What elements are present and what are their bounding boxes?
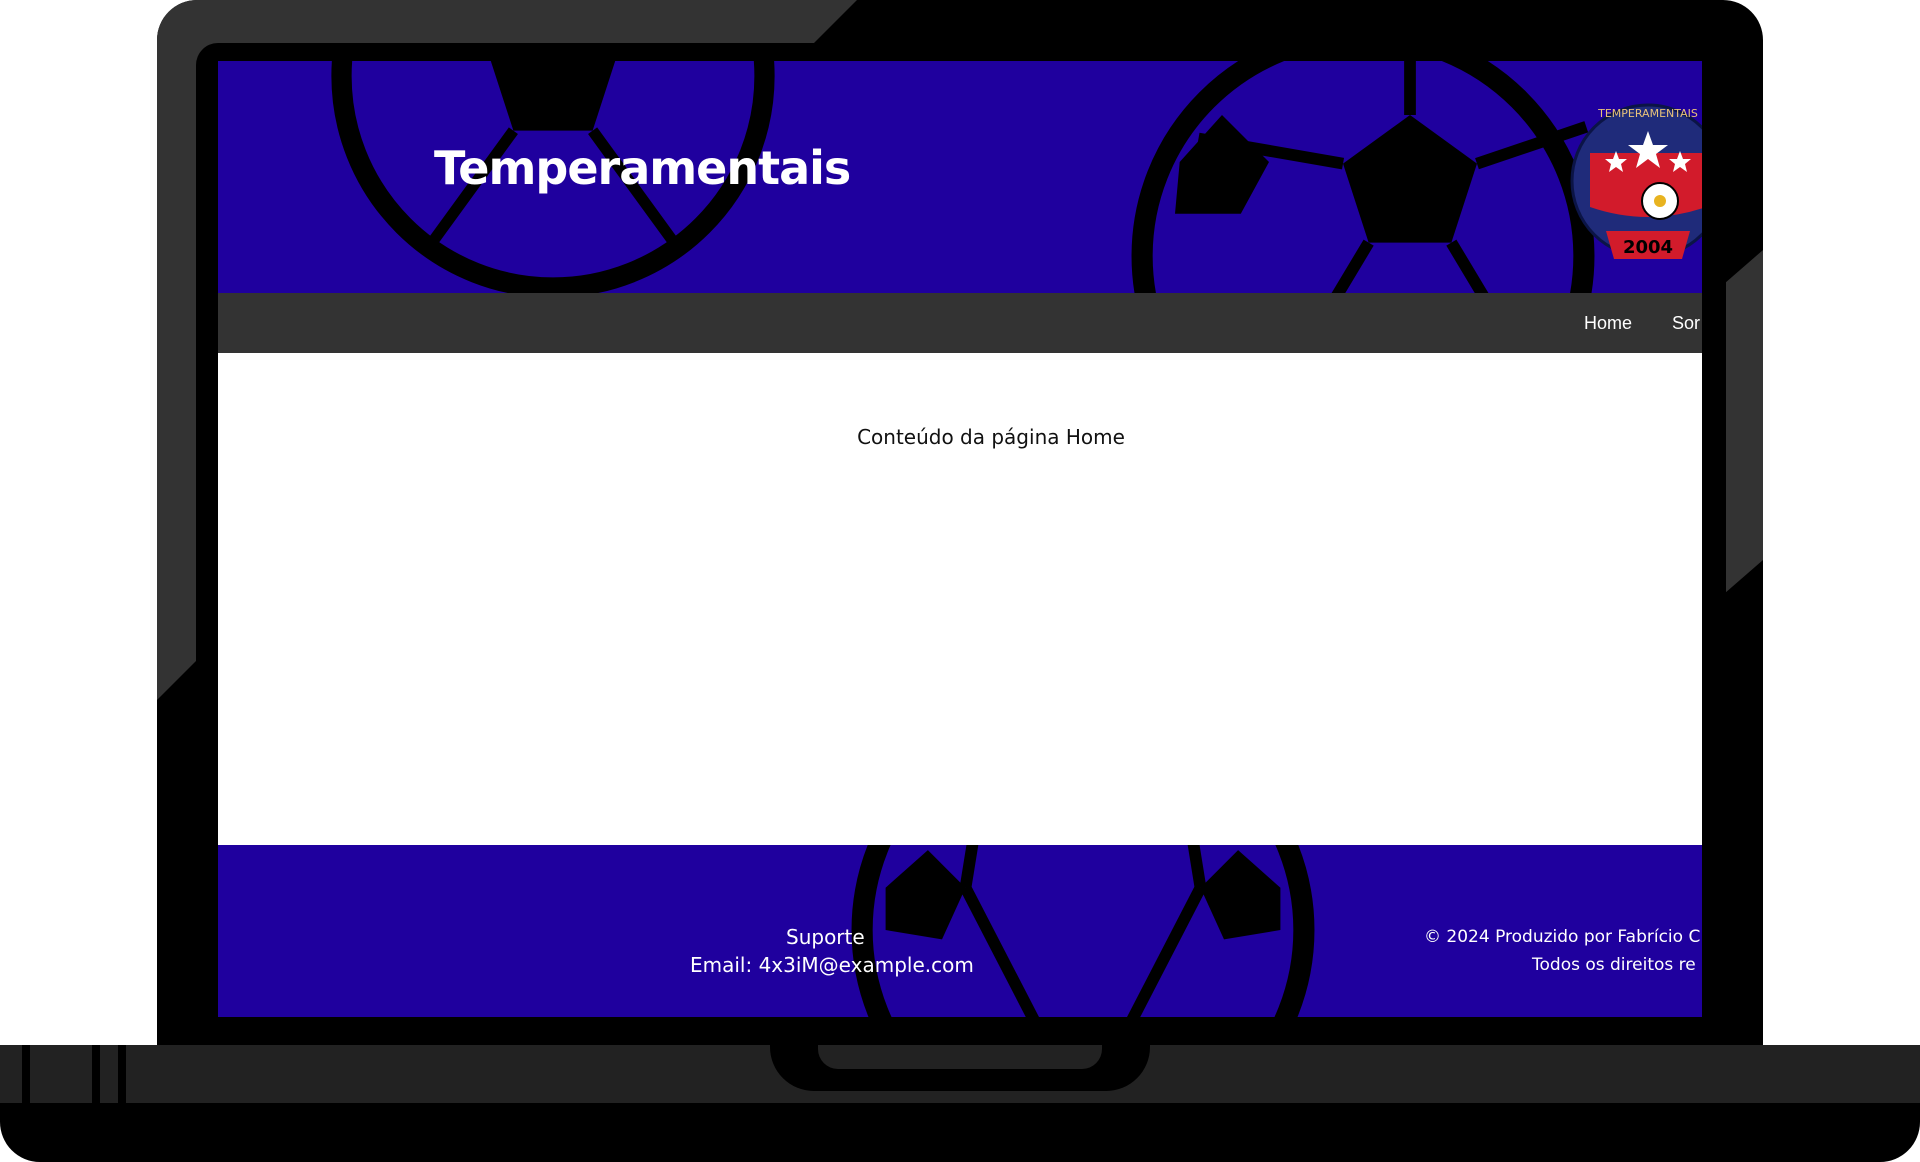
base-stripe — [118, 1045, 126, 1103]
page-content-text: Conteúdo da página Home — [857, 425, 1125, 449]
soccer-ball-icon — [1131, 61, 1595, 293]
footer-copyright: © 2024 Produzido por Fabrício C — [1424, 927, 1701, 947]
logo-top-text: TEMPERAMENTAIS — [1597, 107, 1698, 120]
footer-rights: Todos os direitos re — [1532, 955, 1696, 975]
site-title: Temperamentais — [434, 141, 851, 195]
nav-item-sor[interactable]: Sor — [1672, 313, 1700, 334]
trackpad-notch-inner — [818, 1045, 1102, 1069]
nav-item-home[interactable]: Home — [1584, 313, 1632, 334]
club-crest-logo[interactable]: 2004 TEMPERAMENTAIS — [1568, 81, 1702, 281]
site-footer: s Suporte Email: 4x3iM@example.com © 202… — [218, 845, 1702, 1017]
site-header: Temperamentais 2004 TEMPERAMENTAIS — [218, 61, 1702, 293]
main-content: Conteúdo da página Home — [218, 353, 1702, 845]
main-nav: Home Sor — [218, 293, 1702, 353]
laptop-base — [0, 1045, 1920, 1162]
base-stripe — [22, 1045, 30, 1103]
logo-year: 2004 — [1623, 237, 1673, 258]
footer-support-title: Suporte — [786, 925, 865, 949]
soccer-ball-icon — [851, 845, 1315, 1017]
browser-viewport: Temperamentais 2004 TEMPERAMENTAIS Home … — [218, 61, 1702, 1017]
footer-support-email[interactable]: Email: 4x3iM@example.com — [690, 953, 974, 977]
base-stripe — [92, 1045, 100, 1103]
